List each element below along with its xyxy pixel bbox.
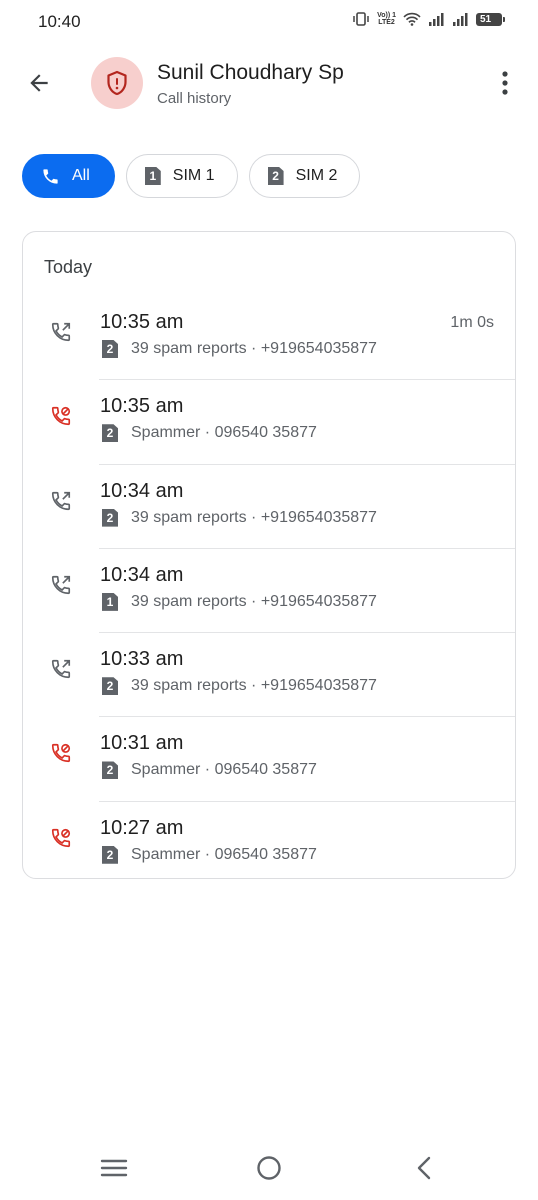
app-bar: Sunil Choudhary Sp Call history <box>0 48 538 118</box>
call-detail: Spammer · 096540 35877 <box>131 424 317 442</box>
call-detail: 39 spam reports · +919654035877 <box>131 592 377 610</box>
blocked-call-icon <box>50 742 72 764</box>
blocked-call-icon <box>50 827 72 849</box>
more-vert-icon <box>502 71 508 95</box>
arrow-back-icon <box>30 74 48 92</box>
call-meta: 2 39 spam reports · +919654035877 <box>102 340 377 358</box>
sim2-icon: 2 <box>267 167 284 185</box>
sim1-icon: 1 <box>144 167 161 185</box>
call-entry[interactable]: 10:31 am 2 Spammer · 096540 35877 <box>23 717 515 802</box>
filter-chip-label: SIM 1 <box>172 167 215 184</box>
system-nav-bar <box>0 1140 538 1200</box>
signal-sim1-icon <box>428 12 445 26</box>
call-time: 10:34 am <box>100 479 184 502</box>
call-meta: 2 Spammer · 096540 35877 <box>102 845 317 864</box>
call-time: 10:35 am <box>100 395 184 418</box>
blocked-call-icon <box>50 405 72 427</box>
call-entry[interactable]: 10:34 am 2 39 spam reports · +9196540358… <box>23 465 515 549</box>
call-time: 10:33 am <box>100 648 184 671</box>
call-entry[interactable]: 10:35 am 2 Spammer · 096540 35877 <box>23 380 515 465</box>
more-options-button[interactable] <box>490 66 520 100</box>
filter-chip-sim2[interactable]: 2 SIM 2 <box>248 154 361 198</box>
outgoing-call-icon <box>50 490 72 512</box>
status-time: 10:40 <box>38 12 81 31</box>
filter-chip-all[interactable]: All <box>22 154 115 198</box>
call-time: 10:31 am <box>100 732 184 755</box>
sim2-icon: 2 <box>102 424 118 443</box>
sim2-icon: 2 <box>102 508 118 527</box>
call-meta: 2 Spammer · 096540 35877 <box>102 424 317 443</box>
call-duration: 1m 0s <box>450 314 494 331</box>
call-history-card: Today 10:35 am 2 39 spam reports · +9196… <box>22 231 516 879</box>
sim1-icon: 1 <box>102 592 118 611</box>
call-list: 10:35 am 2 39 spam reports · +9196540358… <box>23 296 515 886</box>
call-time: 10:34 am <box>100 563 184 586</box>
chevron-left-icon <box>417 1156 431 1180</box>
contact-name: Sunil Choudhary Sp <box>157 61 344 84</box>
sim2-icon: 2 <box>102 761 118 780</box>
status-icons: Vo)) 1 LTE2 51 <box>352 12 505 26</box>
call-detail: Spammer · 096540 35877 <box>131 845 317 863</box>
menu-icon <box>100 1159 128 1177</box>
call-detail: Spammer · 096540 35877 <box>131 761 317 779</box>
call-meta: 2 39 spam reports · +919654035877 <box>102 677 377 696</box>
avatar[interactable] <box>91 57 143 109</box>
call-detail: 39 spam reports · +919654035877 <box>131 677 377 695</box>
filter-chip-sim1[interactable]: 1 SIM 1 <box>125 154 238 198</box>
sim2-icon: 2 <box>102 845 118 864</box>
outgoing-call-icon <box>50 574 72 596</box>
signal-sim2-icon <box>452 12 469 26</box>
call-meta: 2 39 spam reports · +919654035877 <box>102 508 377 527</box>
volte-indicator: Vo)) 1 LTE2 <box>377 12 396 26</box>
call-time: 10:35 am <box>100 311 184 333</box>
call-meta: 2 Spammer · 096540 35877 <box>102 761 317 780</box>
home-button[interactable] <box>249 1152 289 1184</box>
vibrate-icon <box>352 12 370 26</box>
status-bar: 10:40 Vo)) 1 LTE2 51 <box>0 0 538 44</box>
battery-indicator: 51 <box>476 12 505 26</box>
filter-chip-label: SIM 2 <box>295 167 338 184</box>
call-detail: 39 spam reports · +919654035877 <box>131 340 377 357</box>
call-detail: 39 spam reports · +919654035877 <box>131 508 377 526</box>
filter-chip-label: All <box>72 167 90 184</box>
call-meta: 1 39 spam reports · +919654035877 <box>102 592 377 611</box>
section-header-today: Today <box>44 257 93 277</box>
outgoing-call-icon <box>50 658 72 680</box>
sim2-icon: 2 <box>102 677 118 696</box>
spam-shield-icon <box>107 70 127 96</box>
call-entry[interactable]: 10:35 am 2 39 spam reports · +9196540358… <box>23 296 515 381</box>
call-entry[interactable]: 10:27 am 2 Spammer · 096540 35877 <box>23 802 515 886</box>
system-back-button[interactable] <box>404 1152 444 1184</box>
phone-icon <box>43 168 58 184</box>
wifi-icon <box>403 12 421 26</box>
home-circle-icon <box>257 1156 281 1180</box>
call-entry[interactable]: 10:34 am 1 39 spam reports · +9196540358… <box>23 549 515 634</box>
page-subtitle: Call history <box>157 90 232 107</box>
call-time: 10:27 am <box>100 816 184 839</box>
back-button[interactable] <box>20 64 58 102</box>
call-entry[interactable]: 10:33 am 2 39 spam reports · +9196540358… <box>23 633 515 718</box>
outgoing-call-icon <box>50 321 72 343</box>
sim-filter-chips: All 1 SIM 1 2 SIM 2 <box>22 154 361 198</box>
recents-button[interactable] <box>94 1152 134 1184</box>
sim2-icon: 2 <box>102 340 118 358</box>
